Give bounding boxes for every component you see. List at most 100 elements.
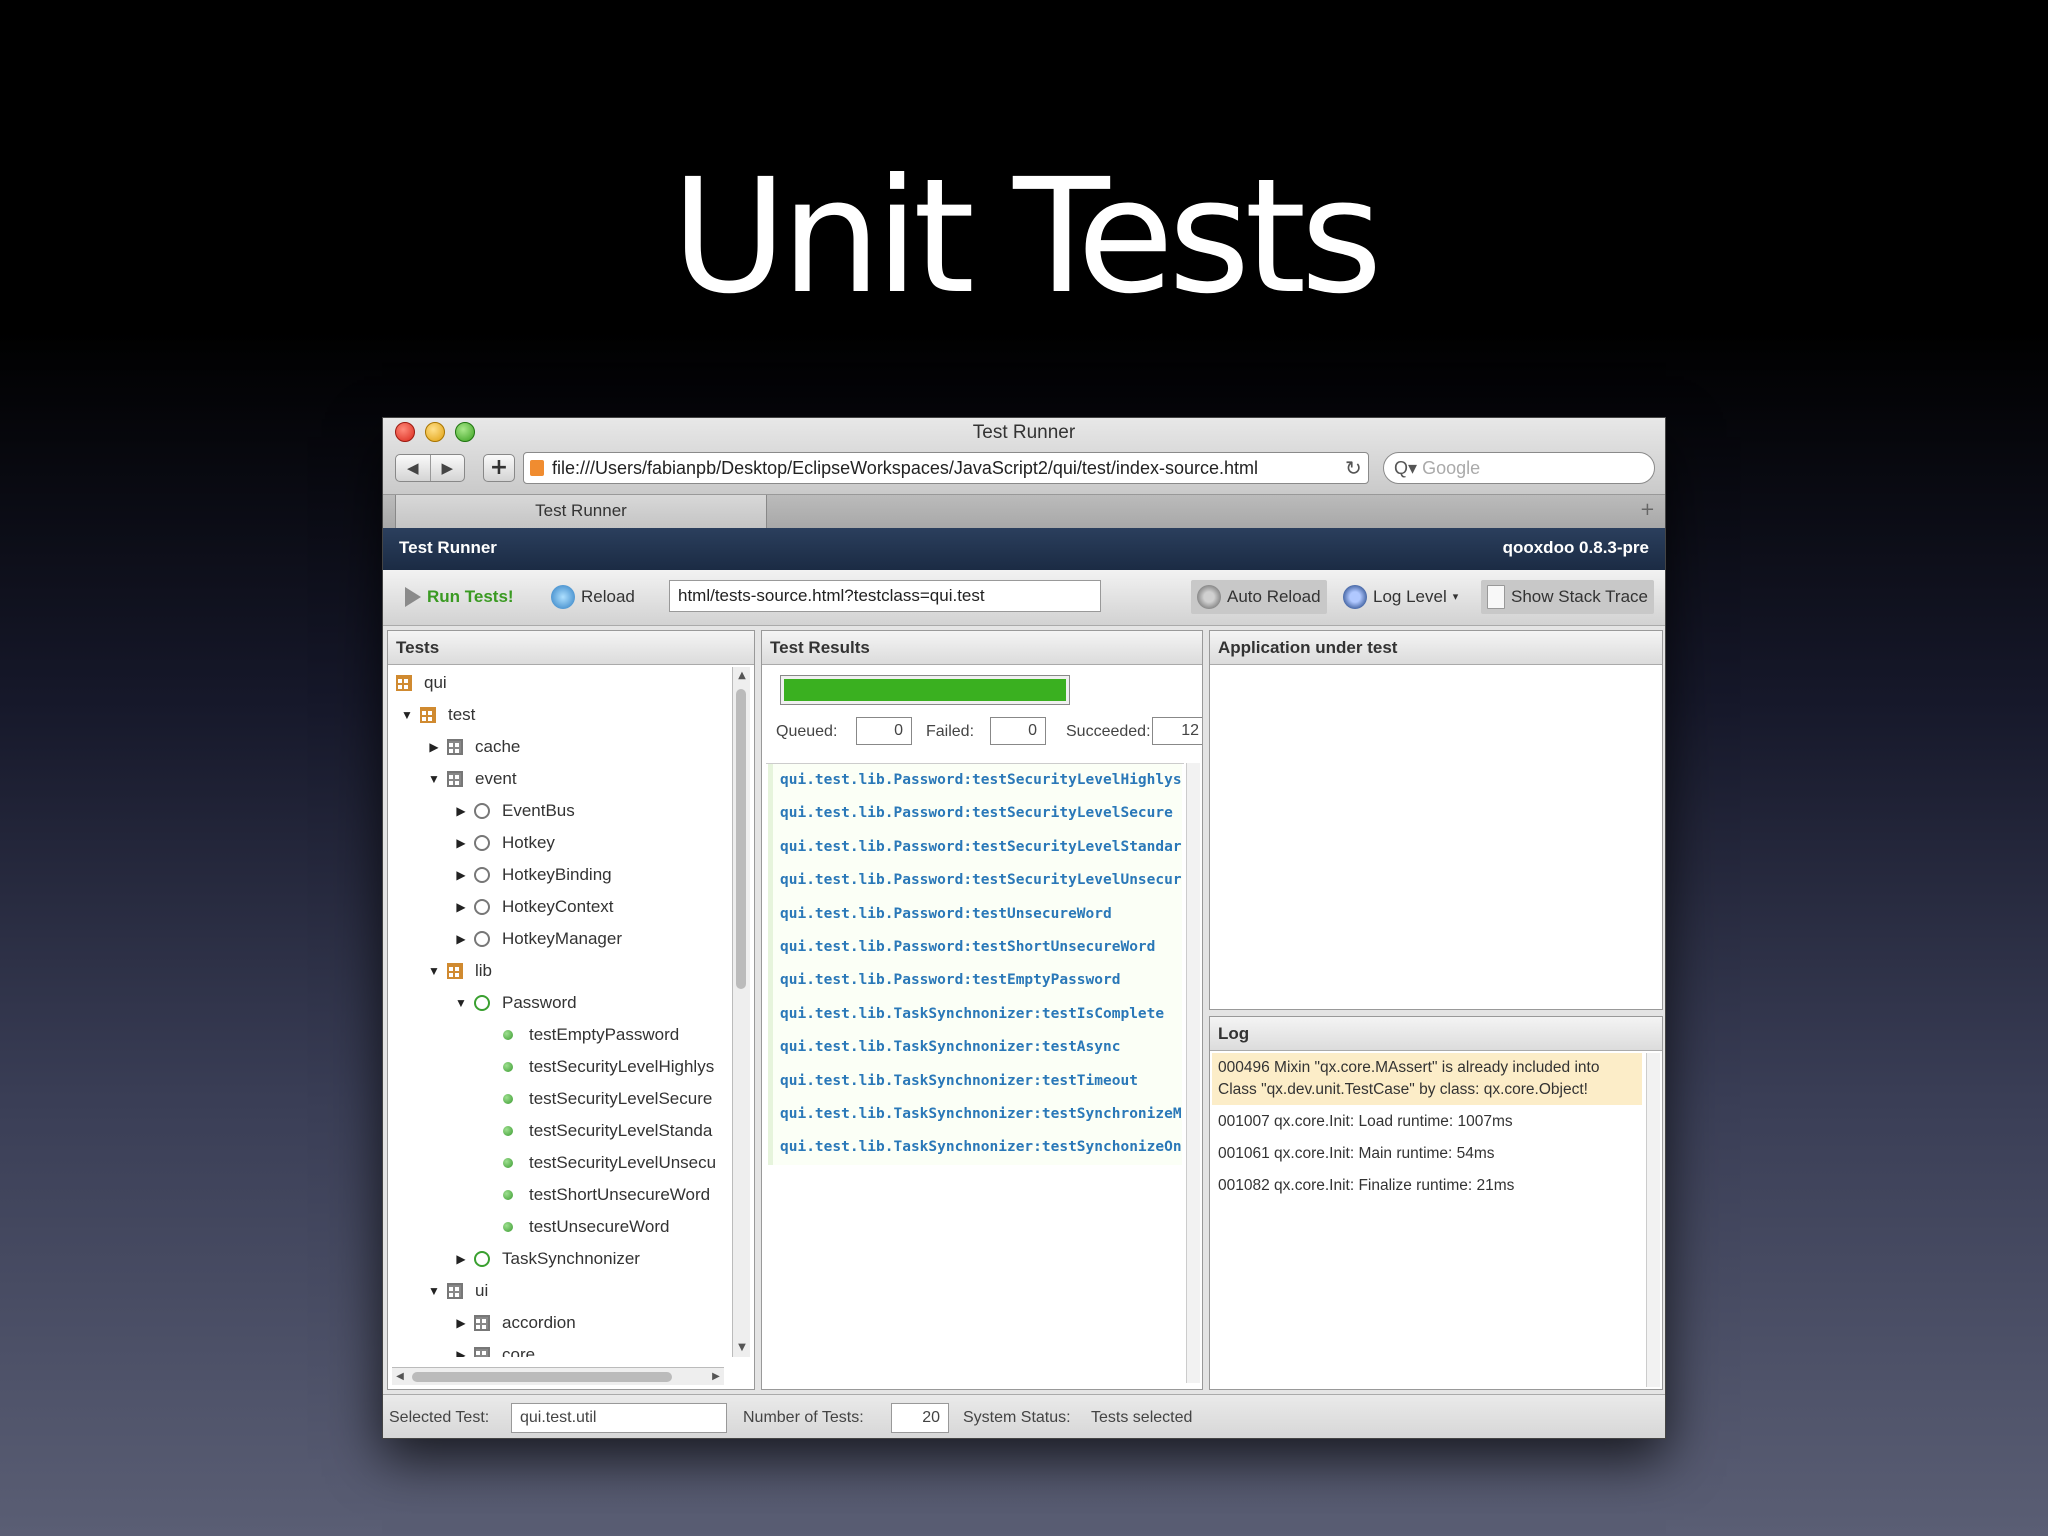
gear-icon bbox=[1343, 585, 1367, 609]
tree-item[interactable]: testEmptyPassword bbox=[388, 1019, 724, 1051]
tree-item[interactable]: testShortUnsecureWord bbox=[388, 1179, 724, 1211]
tree-item[interactable]: ▶ cache bbox=[388, 731, 724, 763]
result-row[interactable]: qui.test.lib.TaskSynchnonizer:testSyncho… bbox=[768, 1131, 1182, 1165]
show-stack-trace-toggle[interactable]: Show Stack Trace bbox=[1481, 580, 1655, 614]
scroll-thumb[interactable] bbox=[736, 689, 746, 989]
result-row[interactable]: qui.test.lib.TaskSynchnonizer:testAsync bbox=[768, 1031, 1182, 1065]
scroll-left-icon[interactable]: ◀ bbox=[392, 1368, 408, 1386]
new-tab-button[interactable]: + bbox=[1640, 499, 1655, 520]
tree-item[interactable]: ▶ accordion bbox=[388, 1307, 724, 1339]
log-entry: 001061 qx.core.Init: Main runtime: 54ms bbox=[1218, 1145, 1495, 1162]
tree-item[interactable]: ▼ test bbox=[388, 699, 724, 731]
forward-button[interactable]: ▶ bbox=[431, 455, 465, 481]
tree-item[interactable]: testSecurityLevelHighlys bbox=[388, 1051, 724, 1083]
auto-reload-icon bbox=[1197, 585, 1221, 609]
log-level-menu[interactable]: Log Level ▾ bbox=[1343, 582, 1458, 612]
collapsed-arrow-icon[interactable]: ▶ bbox=[454, 827, 468, 859]
tree-item[interactable]: ▶ HotkeyManager bbox=[388, 923, 724, 955]
log-entry: 000496 Mixin "qx.core.MAssert" is alread… bbox=[1212, 1053, 1642, 1105]
package-icon bbox=[396, 675, 412, 691]
expanded-arrow-icon[interactable]: ▼ bbox=[427, 763, 441, 795]
tree-horizontal-scrollbar[interactable]: ◀ ▶ bbox=[392, 1367, 724, 1385]
tree-item[interactable]: ▼ event bbox=[388, 763, 724, 795]
expanded-arrow-icon[interactable]: ▼ bbox=[400, 699, 414, 731]
collapsed-arrow-icon[interactable]: ▶ bbox=[454, 795, 468, 827]
tree-item[interactable]: ▼ Password bbox=[388, 987, 724, 1019]
succeeded-label: Succeeded: bbox=[1066, 723, 1151, 740]
scroll-down-icon[interactable]: ▼ bbox=[733, 1339, 751, 1357]
page-icon bbox=[530, 460, 544, 476]
app-toolbar: Run Tests! Reload html/tests-source.html… bbox=[383, 570, 1665, 626]
tree-item[interactable]: testSecurityLevelSecure bbox=[388, 1083, 724, 1115]
auto-reload-toggle[interactable]: Auto Reload bbox=[1191, 580, 1327, 614]
test-count-label: Number of Tests: bbox=[743, 1409, 864, 1426]
result-row[interactable]: qui.test.lib.Password:testSecurityLevelU… bbox=[768, 864, 1182, 898]
class-icon bbox=[474, 803, 490, 819]
log-panel: Log 000496 Mixin "qx.core.MAssert" is al… bbox=[1209, 1016, 1663, 1390]
tree-item[interactable]: ▼ ui bbox=[388, 1275, 724, 1307]
tree-vertical-scrollbar[interactable]: ▲ ▼ bbox=[732, 667, 750, 1357]
expanded-arrow-icon[interactable]: ▼ bbox=[427, 955, 441, 987]
tree-item[interactable]: ▶ HotkeyContext bbox=[388, 891, 724, 923]
search-input[interactable]: Q▾ Google bbox=[1383, 452, 1655, 484]
result-row[interactable]: qui.test.lib.Password:testSecurityLevelH… bbox=[768, 764, 1182, 798]
tree-item[interactable]: testSecurityLevelStanda bbox=[388, 1115, 724, 1147]
window-title: Test Runner bbox=[972, 422, 1076, 443]
tree-item[interactable]: ▶ EventBus bbox=[388, 795, 724, 827]
result-row[interactable]: qui.test.lib.Password:testUnsecureWord bbox=[768, 897, 1182, 931]
progress-bar bbox=[780, 675, 1070, 705]
collapsed-arrow-icon[interactable]: ▶ bbox=[454, 859, 468, 891]
log-entries: 000496 Mixin "qx.core.MAssert" is alread… bbox=[1212, 1053, 1642, 1203]
selected-test-field[interactable]: qui.test.util bbox=[511, 1403, 727, 1433]
collapsed-arrow-icon[interactable]: ▶ bbox=[454, 891, 468, 923]
result-row[interactable]: qui.test.lib.TaskSynchnonizer:testTimeou… bbox=[768, 1064, 1182, 1098]
result-row[interactable]: qui.test.lib.Password:testEmptyPassword bbox=[768, 964, 1182, 998]
tree-item[interactable]: ▶ HotkeyBinding bbox=[388, 859, 724, 891]
tree-item[interactable]: ▶ Hotkey bbox=[388, 827, 724, 859]
scroll-up-icon[interactable]: ▲ bbox=[733, 667, 751, 685]
tree-item[interactable]: ▶ TaskSynchnonizer bbox=[388, 1243, 724, 1275]
collapsed-arrow-icon[interactable]: ▶ bbox=[454, 1243, 468, 1275]
expanded-arrow-icon[interactable]: ▼ bbox=[454, 987, 468, 1019]
scroll-thumb-horizontal[interactable] bbox=[412, 1372, 672, 1382]
collapsed-arrow-icon[interactable]: ▶ bbox=[454, 1339, 468, 1357]
reload-button[interactable]: Reload bbox=[551, 582, 635, 612]
add-bookmark-button[interactable]: + bbox=[483, 454, 515, 482]
tree-item-label: Password bbox=[502, 993, 577, 1012]
address-bar[interactable]: file:///Users/fabianpb/Desktop/EclipseWo… bbox=[523, 452, 1369, 484]
results-panel: Test Results Queued: 0 Failed: 0 Succeed… bbox=[761, 630, 1203, 1390]
result-row[interactable]: qui.test.lib.TaskSynchnonizer:testSynchr… bbox=[768, 1097, 1182, 1132]
collapsed-arrow-icon[interactable]: ▶ bbox=[454, 1307, 468, 1339]
auto-reload-label: Auto Reload bbox=[1227, 587, 1321, 606]
class-icon bbox=[474, 867, 490, 883]
result-row[interactable]: qui.test.lib.TaskSynchnonizer:testIsComp… bbox=[768, 997, 1182, 1032]
tree-item[interactable]: testSecurityLevelUnsecu bbox=[388, 1147, 724, 1179]
scroll-right-icon[interactable]: ▶ bbox=[708, 1368, 724, 1386]
tree-item-label: testShortUnsecureWord bbox=[529, 1185, 711, 1204]
tree-item[interactable]: qui bbox=[388, 667, 724, 699]
back-button[interactable]: ◀ bbox=[396, 455, 431, 481]
failed-count: 0 bbox=[990, 717, 1046, 745]
result-row[interactable]: qui.test.lib.Password:testSecurityLevelS… bbox=[768, 797, 1182, 831]
log-scrollbar[interactable] bbox=[1646, 1053, 1660, 1387]
tree-item-label: testSecurityLevelStanda bbox=[529, 1121, 713, 1140]
result-row[interactable]: qui.test.lib.Password:testSecurityLevelS… bbox=[768, 830, 1182, 865]
collapsed-arrow-icon[interactable]: ▶ bbox=[427, 731, 441, 763]
browser-window: Test Runner ◀ ▶ + file:///Users/fabianpb… bbox=[382, 417, 1666, 1439]
expanded-arrow-icon[interactable]: ▼ bbox=[427, 1275, 441, 1307]
result-row[interactable]: qui.test.lib.Password:testShortUnsecureW… bbox=[768, 930, 1182, 965]
selected-test-label: Selected Test: bbox=[389, 1409, 490, 1426]
run-tests-button[interactable]: Run Tests! bbox=[405, 582, 514, 612]
collapsed-arrow-icon[interactable]: ▶ bbox=[454, 923, 468, 955]
test-url-input[interactable]: html/tests-source.html?testclass=qui.tes… bbox=[669, 580, 1101, 612]
tab-test-runner[interactable]: Test Runner bbox=[395, 495, 767, 529]
tree-item[interactable]: ▶ core bbox=[388, 1339, 724, 1357]
tree-item[interactable]: testUnsecureWord bbox=[388, 1211, 724, 1243]
chevron-down-icon: ▾ bbox=[1452, 591, 1459, 603]
reload-icon[interactable]: ↻ bbox=[1345, 456, 1362, 480]
results-scrollbar[interactable] bbox=[1186, 763, 1200, 1383]
play-icon bbox=[405, 587, 421, 607]
app-under-test-panel: Application under test bbox=[1209, 630, 1663, 1010]
tree-item[interactable]: ▼ lib bbox=[388, 955, 724, 987]
queued-count: 0 bbox=[856, 717, 912, 745]
